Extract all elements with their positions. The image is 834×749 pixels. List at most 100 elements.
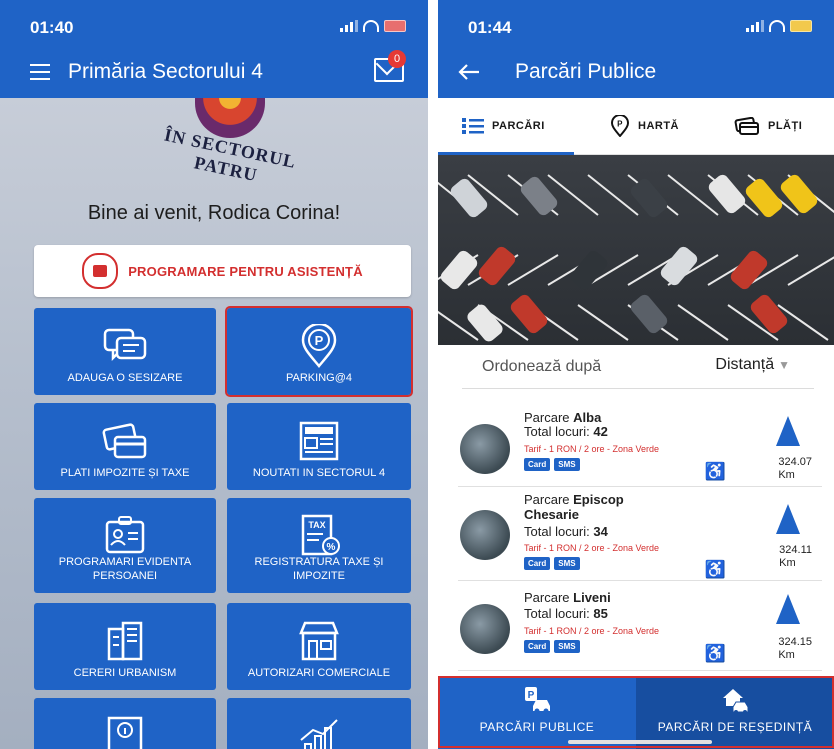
svg-text:P: P <box>528 690 535 701</box>
status-time: 01:44 <box>468 18 512 37</box>
parking-card-liveni[interactable]: Parcare Liveni Total locuri: 85 Tarif - … <box>458 582 822 671</box>
newspaper-icon <box>299 421 339 461</box>
parking-thumbnail <box>460 604 510 654</box>
parking-card-alba[interactable]: Parcare Alba Total locuri: 42 Tarif - 1 … <box>458 402 822 487</box>
svg-text:P: P <box>617 120 623 129</box>
calendar-icon <box>82 253 119 289</box>
signal-icon <box>340 20 358 32</box>
payment-chips: Card SMS <box>524 557 580 570</box>
parking-name: Parcare Episcop Chesarie <box>524 492 624 522</box>
status-bar: 01:40 <box>0 0 428 46</box>
app-bar: Parcări Publice <box>438 46 834 98</box>
tile-chart-partial[interactable] <box>227 698 411 749</box>
map-pin-icon: P <box>610 115 630 137</box>
tab-bar: PARCĂRI P HARTĂ PLĂȚI <box>438 98 834 155</box>
parking-tarif: Tarif - 1 RON / 2 ore - Zona Verde <box>524 626 660 636</box>
status-bar: 01:44 <box>438 0 834 46</box>
house-car-icon <box>723 689 749 714</box>
payment-chips: Card SMS <box>524 640 580 653</box>
svg-text:TAX: TAX <box>308 520 325 530</box>
chip-sms: SMS <box>554 640 580 653</box>
growth-chart-icon <box>300 719 338 749</box>
bottom-navigation: P PARCĂRI PUBLICE PARCĂRI DE REȘEDINȚĂ <box>438 676 834 749</box>
parking-distance: 324.11 Km <box>779 544 812 569</box>
svg-text:%: % <box>327 542 336 553</box>
page-title: Primăria Sectorului 4 <box>68 60 263 83</box>
navigate-arrow-icon[interactable] <box>776 504 800 534</box>
sort-row: Ordonează după Distanță ▼ <box>438 348 834 388</box>
tile-cereri-urbanism[interactable]: CERERI URBANISM <box>34 603 216 690</box>
programare-label: PROGRAMARE PENTRU ASISTENȚĂ <box>128 263 363 279</box>
nav-label: PARCĂRI PUBLICE <box>479 720 595 734</box>
parking-name: Parcare Alba <box>524 410 602 425</box>
id-card-icon <box>105 516 145 554</box>
nav-parcari-resedinta[interactable]: PARCĂRI DE REȘEDINȚĂ <box>636 676 834 749</box>
buildings-icon <box>107 621 143 661</box>
wifi-icon <box>769 20 785 32</box>
tab-label: HARTĂ <box>638 120 679 132</box>
tile-label: PARKING@4 <box>286 372 352 384</box>
tab-label: PARCĂRI <box>492 120 545 132</box>
payment-chips: Card SMS <box>524 458 580 471</box>
navigate-arrow-icon[interactable] <box>776 416 800 446</box>
hamburger-menu-icon[interactable] <box>30 64 50 85</box>
back-arrow-icon[interactable] <box>458 63 480 81</box>
parking-total: Total locuri: 85 <box>524 606 608 621</box>
nav-parcari-publice[interactable]: P PARCĂRI PUBLICE <box>438 676 636 749</box>
parking-distance: 324.07 Km <box>778 456 812 481</box>
nav-label: PARCĂRI DE REȘEDINȚĂ <box>657 720 813 734</box>
tile-label: CERERI URBANISM <box>73 667 177 679</box>
left-phone-screen: 01:40 Primăria Sectorului 4 0 ÎN SECTORU… <box>0 0 428 749</box>
chip-sms: SMS <box>554 458 580 471</box>
tab-label: PLĂȚI <box>768 120 803 132</box>
parking-thumbnail <box>460 510 510 560</box>
parking-distance: 324.15 Km <box>778 636 812 661</box>
tile-info-partial[interactable] <box>34 698 216 749</box>
storefront-icon <box>299 621 339 661</box>
parking-car-icon: P <box>525 687 550 714</box>
right-phone-screen: 01:44 Parcări Publice PARCĂRI P HARTĂ PL… <box>438 0 834 749</box>
parking-tarif: Tarif - 1 RON / 2 ore - Zona Verde <box>524 444 660 454</box>
parking-card-episcop-chesarie[interactable]: Parcare Episcop Chesarie Total locuri: 3… <box>458 488 822 581</box>
programare-asistenta-button[interactable]: PROGRAMARE PENTRU ASISTENȚĂ <box>34 245 411 297</box>
chip-card: Card <box>524 640 551 653</box>
tile-label: ADAUGA O SESIZARE <box>67 372 183 384</box>
status-icons <box>746 20 812 32</box>
parking-thumbnail <box>460 424 510 474</box>
parking-lot-photo <box>438 155 834 345</box>
tile-autorizari-comerciale[interactable]: AUTORIZARI COMERCIALE <box>227 603 411 690</box>
status-time: 01:40 <box>30 18 74 37</box>
battery-icon <box>384 20 406 32</box>
parking-total: Total locuri: 42 <box>524 424 608 439</box>
chip-card: Card <box>524 557 551 570</box>
tile-programari-evidenta[interactable]: PROGRAMARI EVIDENTA PERSOANEI <box>34 498 216 593</box>
home-indicator <box>568 740 712 744</box>
wheelchair-icon: ♿ <box>704 462 726 481</box>
wifi-icon <box>363 20 379 32</box>
tab-parcari[interactable]: PARCĂRI <box>462 98 545 154</box>
tile-parking4[interactable]: P PARKING@4 <box>225 306 413 397</box>
credit-cards-icon <box>102 423 147 459</box>
sort-label: Ordonează după <box>482 358 602 375</box>
tile-label: PROGRAMARI EVIDENTA PERSOANEI <box>58 556 192 582</box>
app-bar: Primăria Sectorului 4 0 <box>0 46 428 98</box>
sort-value: Distanță <box>715 356 775 373</box>
svg-text:P: P <box>315 333 324 348</box>
tab-plati[interactable]: PLĂȚI <box>734 98 802 154</box>
tab-harta[interactable]: P HARTĂ <box>610 98 679 154</box>
divider <box>462 388 814 389</box>
chat-bubbles-icon <box>103 328 147 362</box>
tile-label: PLATI IMPOZITE ȘI TAXE <box>60 467 190 479</box>
parking-name: Parcare Liveni <box>524 590 611 605</box>
tile-plati-impozite[interactable]: PLATI IMPOZITE ȘI TAXE <box>34 403 216 490</box>
tile-adauga-sesizare[interactable]: ADAUGA O SESIZARE <box>34 308 216 395</box>
tile-label: AUTORIZARI COMERCIALE <box>247 667 391 679</box>
tile-label: NOUTATI IN SECTORUL 4 <box>252 467 386 479</box>
tile-registratura[interactable]: TAX% REGISTRATURA TAXE ȘI IMPOZITE <box>227 498 411 593</box>
parking-tarif: Tarif - 1 RON / 2 ore - Zona Verde <box>524 543 660 553</box>
mail-count-badge: 0 <box>388 50 406 68</box>
tile-label: REGISTRATURA TAXE ȘI IMPOZITE <box>254 556 384 582</box>
tile-noutati[interactable]: NOUTATI IN SECTORUL 4 <box>227 403 411 490</box>
sort-dropdown[interactable]: Distanță ▼ <box>715 356 790 374</box>
navigate-arrow-icon[interactable] <box>776 594 800 624</box>
